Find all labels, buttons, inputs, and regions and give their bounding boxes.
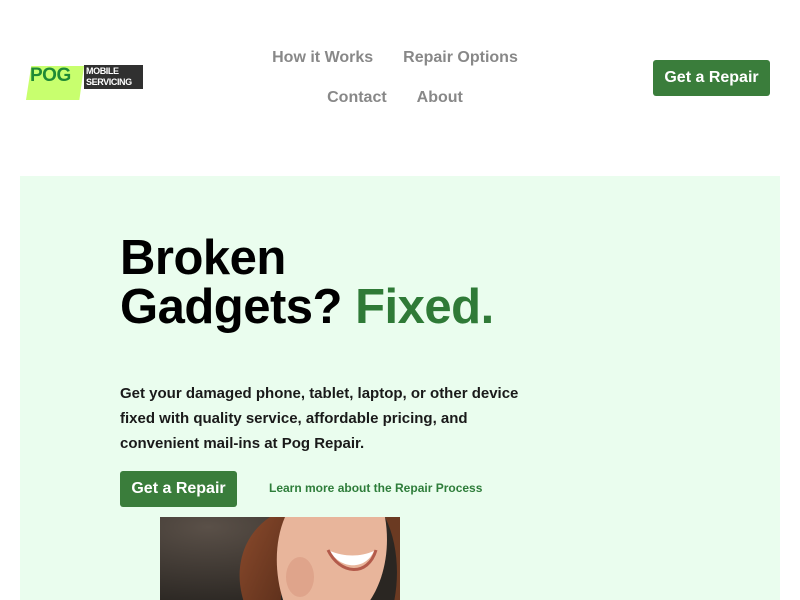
nav-repair-options[interactable]: Repair Options [403,49,518,67]
hero-photo-illustration [160,517,400,600]
hero-get-repair-button[interactable]: Get a Repair [120,471,237,507]
page: POG MOBILE SERVICING How it Works Repair… [0,0,800,600]
repair-process-link[interactable]: Learn more about the Repair Process [269,481,482,495]
logo-brand-text: POG [30,65,71,86]
nav-how-it-works[interactable]: How it Works [272,49,373,67]
nav-about[interactable]: About [417,89,463,107]
main-nav: How it Works Repair Options Contact Abou… [230,38,560,118]
nav-row-1: How it Works Repair Options [230,38,560,78]
hero-title-accent: Fixed. [355,280,494,334]
hero-title: Broken Gadgets? Fixed. [120,234,580,332]
site-header: POG MOBILE SERVICING How it Works Repair… [0,0,800,160]
logo-subtitle-line1: MOBILE [86,66,119,76]
nav-contact[interactable]: Contact [327,89,387,107]
hero-photo-smiling-woman [160,517,400,600]
hero-title-line1: Broken [120,231,286,285]
header-get-repair-button[interactable]: Get a Repair [653,60,770,96]
logo-subtitle-line2: SERVICING [86,77,132,87]
hero-description: Get your damaged phone, tablet, laptop, … [120,385,519,452]
hero-title-line2: Gadgets? [120,280,342,334]
nav-row-2: Contact About [230,78,560,118]
pog-logo[interactable]: POG MOBILE SERVICING [26,64,144,100]
logo-subtitle-box: MOBILE SERVICING [84,65,143,89]
hero-section: Broken Gadgets? Fixed. Get your damaged … [20,176,780,600]
